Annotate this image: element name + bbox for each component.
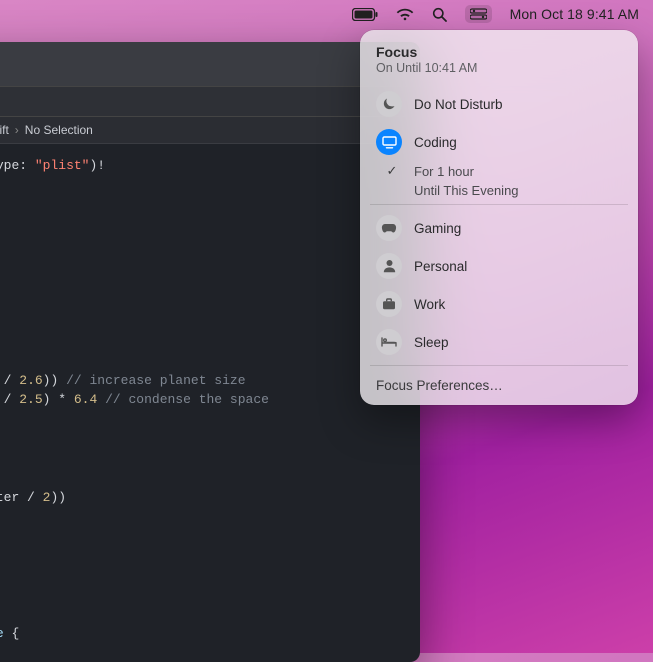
crumb-file[interactable]: SceneController.swift	[0, 123, 9, 137]
gamecontroller-icon	[376, 215, 402, 241]
focus-item-personal[interactable]: Personal	[360, 247, 638, 285]
xcode-tab-row: .swift	[0, 86, 420, 116]
focus-item-label: Do Not Disturb	[414, 97, 622, 112]
focus-item-sleep[interactable]: Sleep	[360, 323, 638, 361]
control-center-icon[interactable]	[465, 5, 492, 23]
xcode-titlebar: 9:41 AM	[0, 42, 420, 86]
duration-1-hour[interactable]: ✓ For 1 hour	[360, 161, 638, 181]
duration-until-evening[interactable]: Until This Evening	[360, 181, 638, 200]
focus-preferences[interactable]: Focus Preferences…	[360, 370, 638, 399]
moon-icon	[376, 91, 402, 117]
wifi-icon[interactable]	[396, 8, 414, 21]
focus-item-label: Coding	[414, 135, 622, 150]
focus-item-label: Gaming	[414, 221, 622, 236]
focus-item-work[interactable]: Work	[360, 285, 638, 323]
focus-popover: Focus On Until 10:41 AM Do Not Disturb C…	[360, 30, 638, 405]
focus-title: Focus	[376, 44, 622, 60]
menubar-clock[interactable]: Mon Oct 18 9:41 AM	[510, 6, 639, 22]
breadcrumb: Shared Components › 􀫊 SceneController.sw…	[0, 116, 420, 144]
focus-item-label: Sleep	[414, 335, 622, 350]
focus-item-gaming[interactable]: Gaming	[360, 209, 638, 247]
focus-header: Focus On Until 10:41 AM	[360, 42, 638, 85]
code-editor[interactable]: rResource: "PlanetDetails", ofType: "pli…	[0, 144, 420, 656]
display-icon	[376, 129, 402, 155]
focus-item-label: Personal	[414, 259, 622, 274]
xcode-window: 9:41 AM .swift Shared Components › 􀫊 Sce…	[0, 42, 420, 662]
battery-icon[interactable]	[352, 8, 378, 21]
briefcase-icon	[376, 291, 402, 317]
focus-subtitle: On Until 10:41 AM	[376, 61, 622, 75]
divider	[370, 204, 628, 205]
chevron-right-icon: ›	[15, 123, 19, 137]
duration-label: Until This Evening	[414, 183, 519, 198]
divider	[370, 365, 628, 366]
crumb-no-selection[interactable]: No Selection	[25, 123, 93, 137]
spotlight-icon[interactable]	[432, 7, 447, 22]
menubar: Mon Oct 18 9:41 AM	[0, 0, 653, 28]
focus-item-dnd[interactable]: Do Not Disturb	[360, 85, 638, 123]
bed-icon	[376, 329, 402, 355]
focus-item-label: Work	[414, 297, 622, 312]
person-icon	[376, 253, 402, 279]
duration-label: For 1 hour	[414, 164, 474, 179]
checkmark-icon: ✓	[382, 163, 402, 179]
focus-item-coding[interactable]: Coding	[360, 123, 638, 161]
